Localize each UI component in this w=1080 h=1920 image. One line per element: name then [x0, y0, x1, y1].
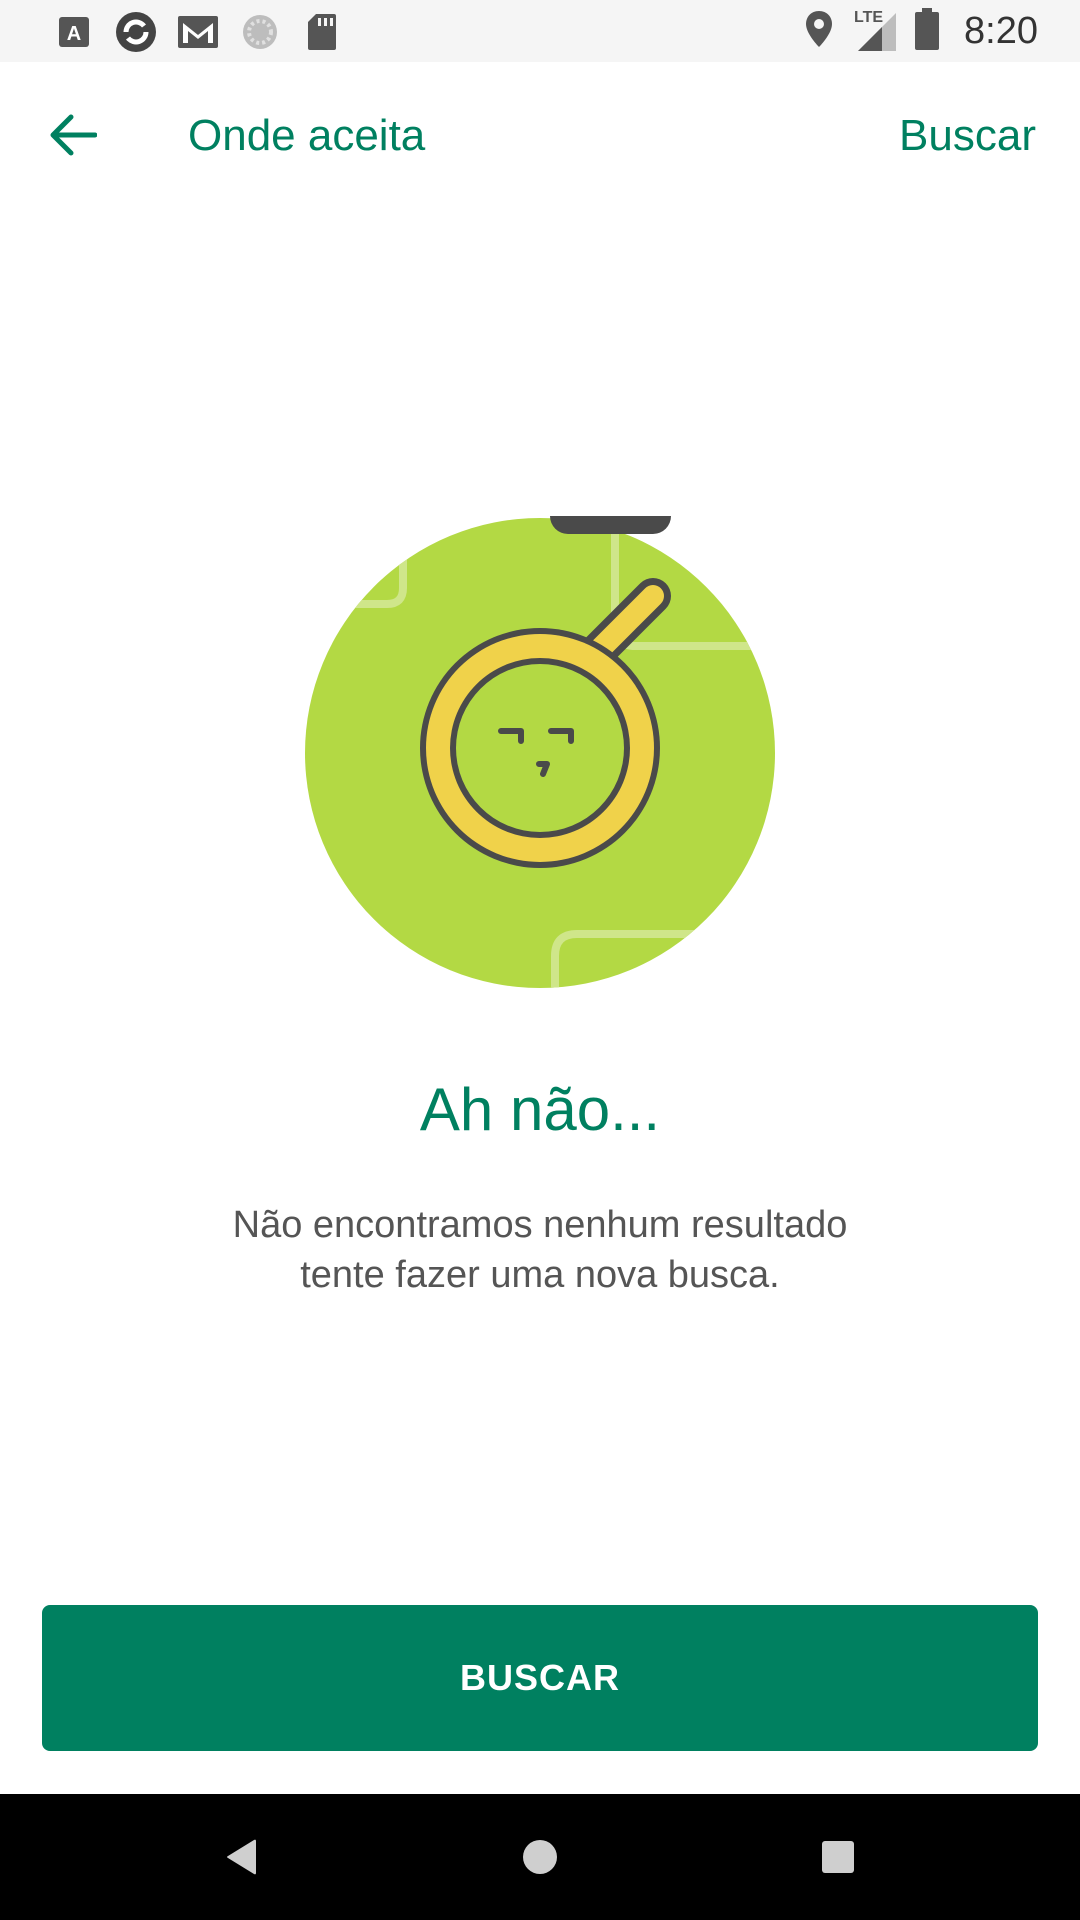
magnifier-face-icon [303, 498, 777, 990]
empty-state-message-line1: Não encontramos nenhum resultado [232, 1204, 848, 1246]
font-a-icon: A [52, 10, 96, 54]
notification-icons: A [52, 10, 344, 54]
nav-back-icon [227, 1839, 256, 1875]
top-app-bar: Onde aceita Buscar [0, 62, 1080, 212]
nav-home-button[interactable] [510, 1827, 570, 1887]
arrow-left-icon [50, 114, 97, 156]
nav-home-icon [523, 1840, 557, 1874]
empty-state-message: Não encontramos nenhum resultado tente f… [140, 1200, 940, 1300]
search-button[interactable]: BUSCAR [42, 1605, 1038, 1751]
gmail-icon [176, 10, 220, 54]
empty-state-message-line2: tente fazer uma nova busca. [300, 1254, 780, 1296]
search-action-button[interactable]: Buscar [899, 108, 1036, 164]
back-button[interactable] [40, 107, 106, 163]
system-status-icons: LTE 8:20 [804, 7, 1038, 55]
page-title: Onde aceita [188, 111, 426, 160]
search-button-label: BUSCAR [459, 1657, 620, 1698]
status-bar: A LTE 8:20 [0, 0, 1080, 62]
refresh-app-icon [114, 10, 158, 54]
status-time: 8:20 [964, 9, 1038, 52]
screen: A LTE 8:20 Onde aceita Buscar Ah não... … [0, 0, 1080, 1920]
nav-recents-button[interactable] [808, 1827, 868, 1887]
svg-text:A: A [67, 23, 81, 45]
nav-back-button[interactable] [212, 1827, 272, 1887]
empty-state-title: Ah não... [419, 1076, 661, 1143]
nav-recents-icon [822, 1841, 854, 1873]
location-icon [804, 9, 834, 54]
network-type-label: LTE [854, 9, 884, 26]
system-nav-bar [0, 1794, 1080, 1920]
signal-icon: LTE [848, 9, 900, 53]
battery-icon [914, 7, 940, 55]
loading-circle-icon [238, 10, 282, 54]
sd-card-icon [300, 10, 344, 54]
